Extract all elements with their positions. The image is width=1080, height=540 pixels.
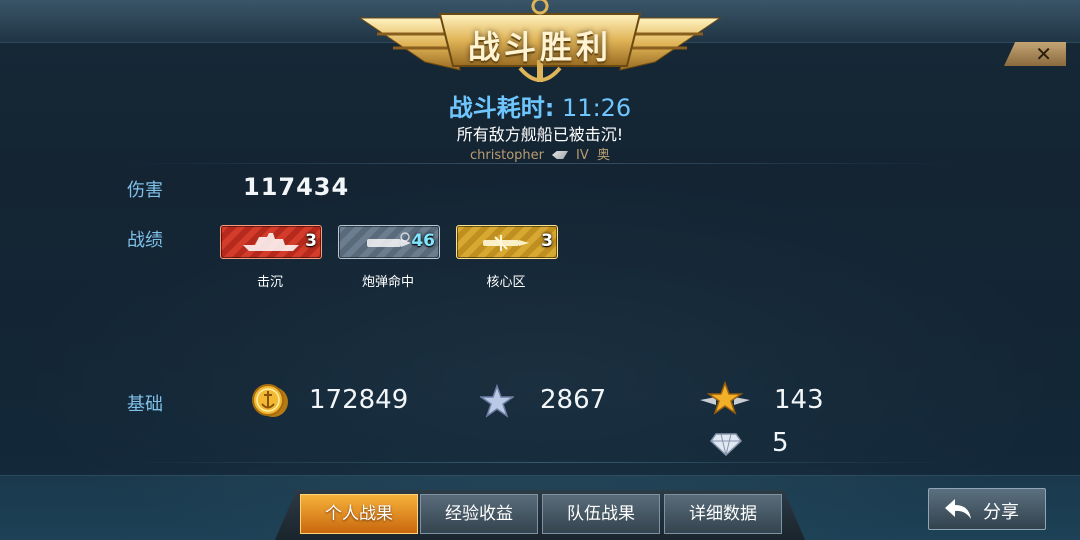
silver-star-icon [480,384,514,418]
tab-personal-results[interactable]: 个人战果 [300,494,418,534]
divider-top [120,163,960,164]
victory-title: 战斗胜利 [467,28,612,66]
battle-result-text: 所有敌方舰船已被击沉! [456,125,624,144]
achievements-label: 战绩 [127,230,163,251]
medal-citadel-caption: 核心区 [486,275,526,290]
base-label: 基础 [127,394,163,415]
gold-shell-icon [483,235,529,251]
commander-xp-value: 143 [774,385,824,415]
tab-detailed-data[interactable]: 详细数据 [664,494,782,534]
rank-chevron-icon [552,151,568,159]
gold-winged-star-icon [700,380,750,415]
player-info: christopher IV 奥 [0,144,1080,163]
duration-value: 11:26 [562,94,632,122]
tab-team-results[interactable]: 队伍战果 [542,494,660,534]
medal-citadel[interactable]: 3 [456,225,558,259]
medal-kills-caption: 击沉 [256,275,283,290]
medal-shell-hits-count: 46 [411,231,435,251]
tab-experience-gains[interactable]: 经验收益 [420,494,538,534]
share-button[interactable]: 分享 [928,488,1046,530]
medal-kills[interactable]: 3 [220,225,322,259]
medal-shell-hits-caption: 炮弹命中 [361,275,414,290]
battle-duration: 战斗耗时: 11:26 [0,88,1080,123]
duration-label: 战斗耗时: [448,94,555,122]
player-tier: IV [576,148,589,163]
credits-value: 172849 [309,385,409,415]
damage-label: 伤害 [127,180,163,201]
diamonds-value: 5 [772,428,789,458]
ship-silhouette-icon [243,233,299,251]
player-ship-class: 奥 [597,148,611,163]
diamond-icon [710,433,742,456]
medal-citadel-count: 3 [541,231,553,251]
medal-shell-hits[interactable]: 46 [338,225,440,259]
victory-banner: 战斗胜利 [355,0,725,92]
shell-icon [367,232,411,247]
close-icon: ✕ [1035,42,1052,66]
share-label: 分享 [983,502,1019,523]
gold-coin-icon [252,384,288,417]
medal-kills-count: 3 [305,231,317,251]
damage-value: 117434 [243,173,350,201]
experience-value: 2867 [540,385,607,415]
back-arrow-icon [945,499,971,519]
divider-bottom [120,462,960,463]
player-name: christopher [469,148,544,163]
